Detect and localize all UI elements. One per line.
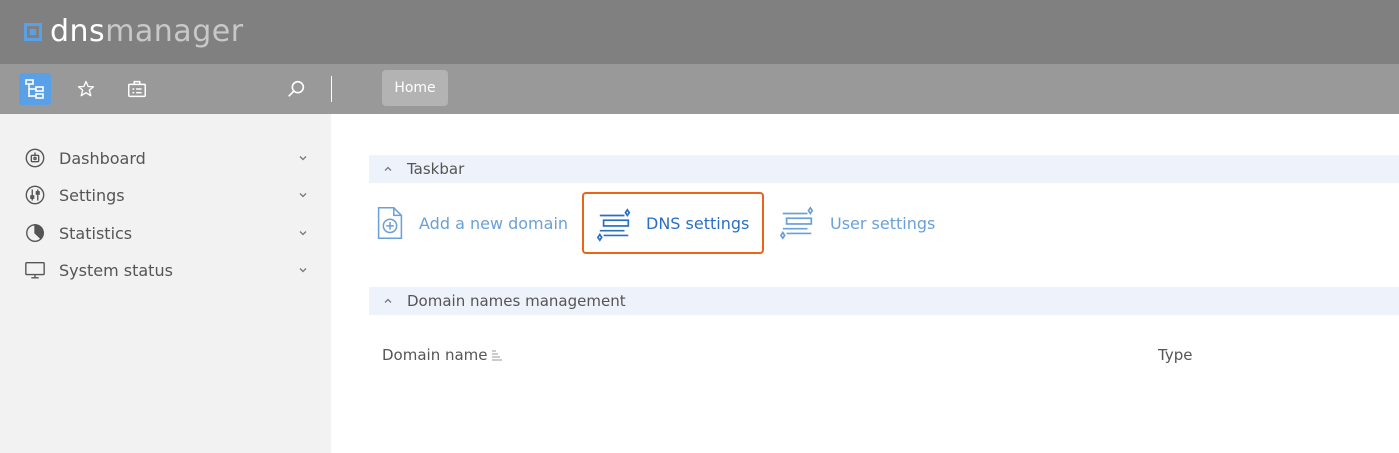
sidebar-item-label: System status xyxy=(59,260,173,280)
sidebar: Dashboard Settings Statistics System sta… xyxy=(0,114,331,453)
square-logo-icon xyxy=(24,23,42,41)
section-title: Domain names management xyxy=(407,292,626,310)
search-button[interactable] xyxy=(282,75,310,103)
tab-home[interactable]: Home xyxy=(382,70,448,106)
chevron-up-icon[interactable] xyxy=(381,294,395,308)
logo-text: dnsmanager xyxy=(50,14,244,50)
section-title: Taskbar xyxy=(407,160,465,178)
domains-section-header[interactable]: Domain names management xyxy=(369,287,1399,315)
taskbar-section-header[interactable]: Taskbar xyxy=(369,155,1399,183)
toolbar-divider xyxy=(331,76,332,102)
star-icon xyxy=(77,80,95,97)
chevron-down-icon[interactable] xyxy=(296,188,310,202)
sidebar-item-settings[interactable]: Settings xyxy=(0,177,331,213)
chevron-up-icon[interactable] xyxy=(381,162,395,176)
sidebar-item-label: Dashboard xyxy=(59,148,146,168)
pie-chart-icon xyxy=(24,222,46,244)
tree-menu-button[interactable] xyxy=(19,73,51,105)
tree-menu-icon xyxy=(25,79,44,99)
user-settings-task[interactable]: User settings xyxy=(779,192,959,254)
column-label: Domain name xyxy=(382,346,488,364)
chevron-down-icon[interactable] xyxy=(296,151,310,165)
toolbar: Home xyxy=(0,64,1399,114)
chevron-down-icon[interactable] xyxy=(296,263,310,277)
sort-icon[interactable] xyxy=(491,347,503,365)
sidebar-item-label: Statistics xyxy=(59,223,133,243)
logo-dns: dns xyxy=(50,14,106,49)
sidebar-item-label: Settings xyxy=(59,185,125,205)
user-settings-icon xyxy=(779,206,814,240)
task-label: DNS settings xyxy=(646,213,750,233)
monitor-icon xyxy=(24,259,46,281)
chevron-down-icon[interactable] xyxy=(296,226,310,240)
briefcase-icon xyxy=(128,80,146,98)
dns-settings-task[interactable]: DNS settings xyxy=(582,192,764,254)
settings-sliders-icon xyxy=(24,184,46,206)
main-content: Taskbar Add a new domain DNS settings Us… xyxy=(331,114,1399,453)
dashboard-icon xyxy=(24,147,46,169)
sidebar-item-system-status[interactable]: System status xyxy=(0,252,331,288)
sidebar-item-dashboard[interactable]: Dashboard xyxy=(0,140,331,176)
app-logo[interactable]: dnsmanager xyxy=(24,14,244,50)
dns-settings-icon xyxy=(596,208,631,242)
add-document-icon xyxy=(377,207,403,239)
app-header: dnsmanager xyxy=(0,0,1399,64)
add-domain-task[interactable]: Add a new domain xyxy=(369,192,569,254)
task-label: User settings xyxy=(830,213,936,233)
task-label: Add a new domain xyxy=(419,213,569,233)
search-icon xyxy=(288,80,305,97)
favorites-button[interactable] xyxy=(70,73,102,105)
logo-manager: manager xyxy=(105,14,244,49)
sidebar-item-statistics[interactable]: Statistics xyxy=(0,215,331,251)
column-header-domain-name[interactable]: Domain name xyxy=(382,346,503,365)
column-header-type[interactable]: Type xyxy=(1158,346,1192,364)
briefcase-button[interactable] xyxy=(121,73,153,105)
